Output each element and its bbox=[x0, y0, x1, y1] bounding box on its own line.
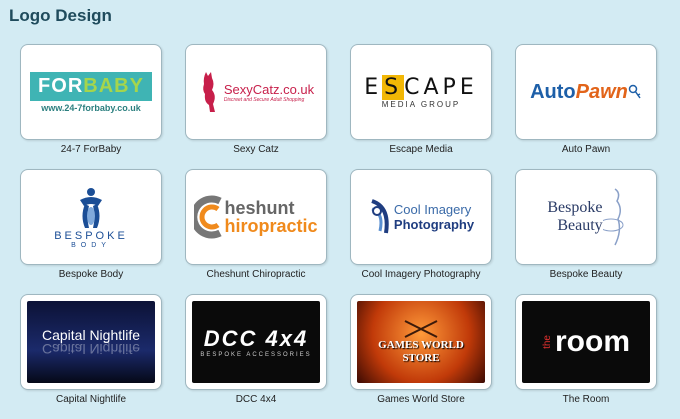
logo-thumbnail[interactable]: heshunt hiropractic bbox=[185, 169, 327, 265]
forbaby-word-b: BABY bbox=[83, 74, 144, 97]
logo-thumbnail[interactable]: ESCAPE MEDIA GROUP bbox=[350, 44, 492, 140]
logo-caption[interactable]: Bespoke Beauty bbox=[505, 269, 667, 280]
woman-silhouette-icon bbox=[602, 188, 624, 246]
logo-caption[interactable]: The Room bbox=[505, 394, 667, 405]
logo-card-the-room[interactable]: the room The Room bbox=[515, 294, 657, 419]
logo-card-bespoke-beauty[interactable]: Bespoke Beauty Bespoke Beauty bbox=[515, 169, 657, 294]
games-world-line1: GAMES WORLD bbox=[378, 339, 464, 351]
logo-card-auto-pawn[interactable]: AutoPawn Auto Pawn bbox=[515, 44, 657, 169]
sexycatz-name: SexyCatz.co.uk bbox=[223, 81, 315, 97]
logo-caption[interactable]: Capital Nightlife bbox=[10, 394, 172, 405]
bespoke-body-name: BESPOKE bbox=[54, 229, 128, 242]
logo-caption[interactable]: Escape Media bbox=[340, 144, 502, 155]
key-icon bbox=[628, 84, 641, 99]
logo-card-bespoke-body[interactable]: BESPOKE BODY Bespoke Body bbox=[20, 169, 162, 294]
section-title: Logo Design bbox=[9, 6, 112, 25]
cheshunt-line1: heshunt bbox=[224, 198, 295, 218]
logo-caption[interactable]: Sexy Catz bbox=[175, 144, 337, 155]
logo-thumbnail[interactable]: Capital Nightlife Capital Nightlife bbox=[20, 294, 162, 390]
logo-thumbnail[interactable]: Bespoke Beauty bbox=[515, 169, 657, 265]
the-room-logo: the room bbox=[522, 301, 650, 383]
cool-imagery-line1: Cool Imagery bbox=[393, 202, 472, 217]
logo-thumbnail[interactable]: AutoPawn bbox=[515, 44, 657, 140]
cool-imagery-line2: Photography bbox=[393, 217, 475, 232]
logo-caption[interactable]: Auto Pawn bbox=[505, 144, 667, 155]
cool-imagery-logo: Cool Imagery Photography bbox=[357, 176, 485, 258]
capital-nightlife-logo: Capital Nightlife Capital Nightlife bbox=[27, 301, 155, 383]
logo-thumbnail[interactable]: DCC 4x4 BESPOKE ACCESSORIES bbox=[185, 294, 327, 390]
escape-subtitle: MEDIA GROUP bbox=[381, 100, 461, 109]
logo-caption[interactable]: Bespoke Body bbox=[10, 269, 172, 280]
dcc-name: DCC 4x4 bbox=[203, 326, 309, 351]
autopawn-word-auto: Auto bbox=[530, 80, 576, 103]
sexycatz-tagline: Discreet and Secure Adult Shopping bbox=[223, 96, 305, 103]
camera-lens-swirl-icon bbox=[371, 199, 389, 234]
logo-thumbnail[interactable]: FORBABY www.24-7forbaby.co.uk bbox=[20, 44, 162, 140]
logo-card-escape-media[interactable]: ESCAPE MEDIA GROUP Escape Media bbox=[350, 44, 492, 169]
autopawn-word-pawn: Pawn bbox=[575, 80, 628, 103]
logo-thumbnail[interactable]: GAMES WORLD STORE bbox=[350, 294, 492, 390]
sexycatz-logo: SexyCatz.co.uk Discreet and Secure Adult… bbox=[192, 51, 320, 133]
cheshunt-line2: hiropractic bbox=[224, 216, 318, 236]
games-world-line2: STORE bbox=[402, 352, 440, 364]
logo-caption[interactable]: Cheshunt Chiropractic bbox=[175, 269, 337, 280]
the-room-prefix: the bbox=[542, 335, 553, 349]
capital-nightlife-reflection: Capital Nightlife bbox=[41, 341, 141, 357]
forbaby-word-a: FOR bbox=[38, 74, 84, 97]
bespoke-body-logo: BESPOKE BODY bbox=[27, 176, 155, 258]
bespoke-body-sub: BODY bbox=[71, 241, 111, 249]
logo-card-games-world-store[interactable]: GAMES WORLD STORE Games World Store bbox=[350, 294, 492, 419]
logo-caption[interactable]: DCC 4x4 bbox=[175, 394, 337, 405]
escape-logo: ESCAPE MEDIA GROUP bbox=[357, 51, 485, 133]
logo-card-cheshunt-chiropractic[interactable]: heshunt hiropractic Cheshunt Chiropracti… bbox=[185, 169, 327, 294]
logo-card-capital-nightlife[interactable]: Capital Nightlife Capital Nightlife Capi… bbox=[20, 294, 162, 419]
logo-thumbnail[interactable]: BESPOKE BODY bbox=[20, 169, 162, 265]
games-world-logo: GAMES WORLD STORE bbox=[357, 301, 485, 383]
logo-grid: FORBABY www.24-7forbaby.co.uk 24-7 ForBa… bbox=[20, 44, 657, 419]
escape-letters-cape: CAPE bbox=[404, 75, 478, 100]
the-room-name: room bbox=[555, 325, 630, 358]
forbaby-url: www.24-7forbaby.co.uk bbox=[41, 102, 141, 113]
logo-card-sexy-catz[interactable]: SexyCatz.co.uk Discreet and Secure Adult… bbox=[185, 44, 327, 169]
logo-card-dcc-4x4[interactable]: DCC 4x4 BESPOKE ACCESSORIES DCC 4x4 bbox=[185, 294, 327, 419]
bespoke-beauty-line2: Beauty bbox=[557, 217, 603, 234]
cheshunt-logo: heshunt hiropractic bbox=[192, 176, 320, 258]
c-emblem-icon bbox=[194, 195, 223, 239]
figure-emblem-icon bbox=[80, 187, 102, 228]
logo-design-section: Logo Design FORBABY www.24-7forbaby.co.u… bbox=[0, 0, 680, 419]
bespoke-beauty-line1: Bespoke bbox=[547, 199, 603, 216]
escape-letter-s: S bbox=[382, 75, 405, 100]
autopawn-logo: AutoPawn bbox=[522, 51, 650, 133]
logo-card-cool-imagery[interactable]: Cool Imagery Photography Cool Imagery Ph… bbox=[350, 169, 492, 294]
logo-thumbnail[interactable]: Cool Imagery Photography bbox=[350, 169, 492, 265]
logo-thumbnail[interactable]: SexyCatz.co.uk Discreet and Secure Adult… bbox=[185, 44, 327, 140]
logo-caption[interactable]: 24-7 ForBaby bbox=[10, 144, 172, 155]
forbaby-logo: FORBABY www.24-7forbaby.co.uk bbox=[27, 51, 155, 133]
logo-thumbnail[interactable]: the room bbox=[515, 294, 657, 390]
bespoke-beauty-logo: Bespoke Beauty bbox=[522, 176, 650, 258]
dcc-logo: DCC 4x4 BESPOKE ACCESSORIES bbox=[192, 301, 320, 383]
escape-letter-e: E bbox=[364, 75, 383, 100]
logo-card-24-7-forbaby[interactable]: FORBABY www.24-7forbaby.co.uk 24-7 ForBa… bbox=[20, 44, 162, 169]
crossed-swords-icon bbox=[404, 320, 438, 338]
logo-caption[interactable]: Games World Store bbox=[340, 394, 502, 405]
dcc-sub: BESPOKE ACCESSORIES bbox=[200, 352, 312, 358]
logo-caption[interactable]: Cool Imagery Photography bbox=[340, 269, 502, 280]
cat-silhouette-icon bbox=[203, 72, 215, 112]
